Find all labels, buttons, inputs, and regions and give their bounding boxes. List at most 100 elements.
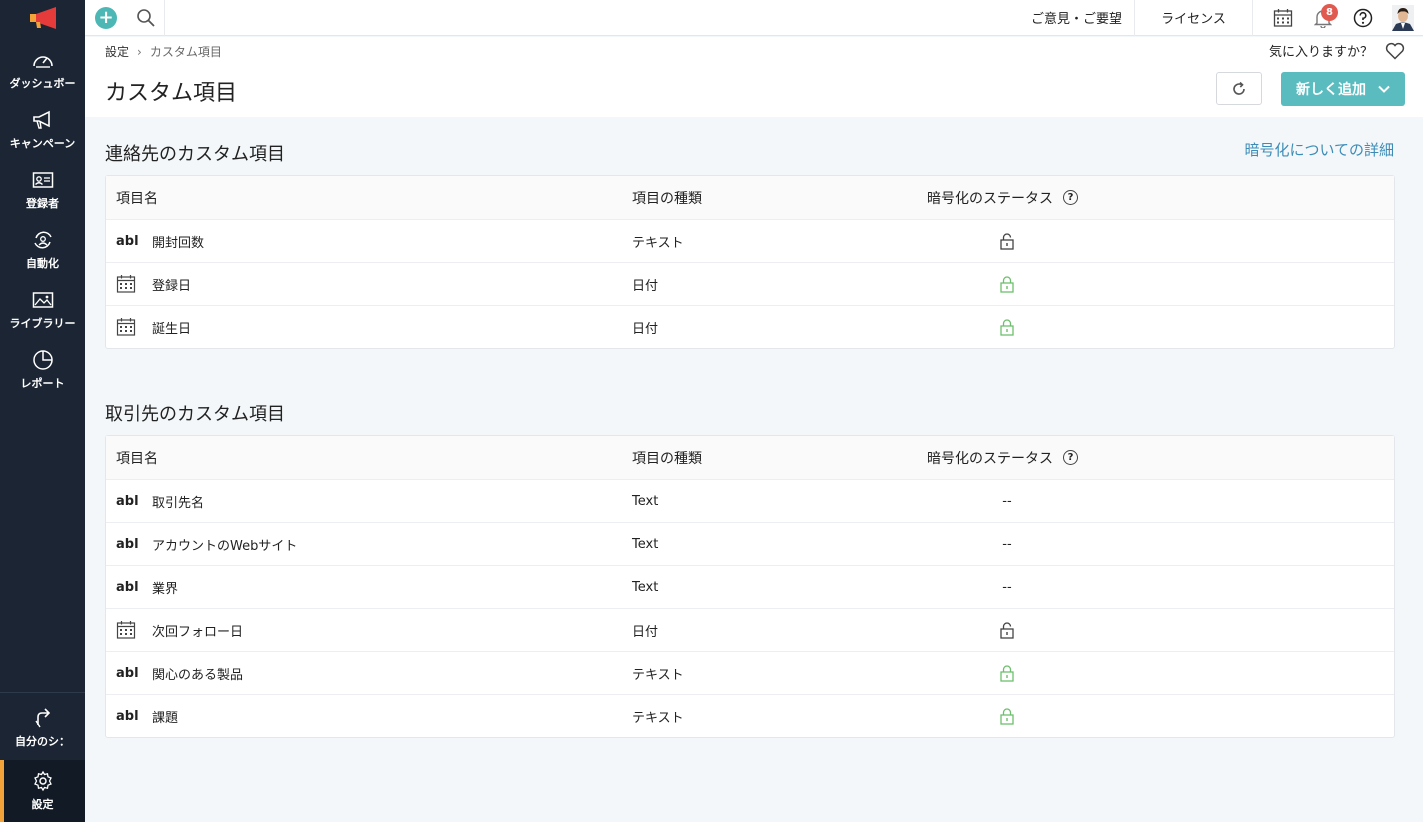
text-field-icon: abl [116,233,139,249]
notification-badge: 8 [1321,3,1338,21]
table-row[interactable]: abl 課題 テキスト [106,694,1394,737]
help-icon[interactable]: ? [1063,190,1078,205]
sidebar-item-campaigns[interactable]: キャンペーン [0,100,85,160]
user-avatar-button[interactable] [1383,0,1423,36]
table-row[interactable]: 誕生日 日付 [106,305,1394,348]
sidebar-item-library[interactable]: ライブラリー [0,280,85,340]
chevron-down-icon [1378,85,1390,93]
field-name-cell: 登録日 [116,274,191,294]
field-type: Text [632,493,659,509]
table-row[interactable]: abl 開封回数 テキスト [106,219,1394,262]
breadcrumb: 設定 › カスタム項目 [105,43,222,60]
field-name-cell: abl 開封回数 [116,232,204,251]
add-new-button[interactable]: 新しく追加 [1281,72,1405,106]
column-header-encryption-label: 暗号化のステータス [927,190,1053,207]
help-icon[interactable]: ? [1063,450,1078,465]
help-icon [1353,8,1373,27]
calendar-button[interactable] [1263,0,1303,36]
search-button[interactable] [127,0,165,36]
field-name: 課題 [152,710,179,726]
lock-icon [986,318,1028,336]
lock-icon [986,707,1028,725]
refresh-icon [1233,81,1245,95]
breadcrumb-settings-link[interactable]: 設定 [105,43,129,60]
contact-card-icon [32,169,54,191]
sidebar-item-reports[interactable]: レポート [0,340,85,400]
sidebar-item-label: 設定 [31,798,54,811]
field-type: Text [632,536,659,552]
sidebar-item-contacts[interactable]: 登録者 [0,160,85,220]
unlock-icon [986,621,1028,639]
accounts-fields-table: 項目名 項目の種類 暗号化のステータス ? abl 取引先名 Text -- abl アカ… [105,435,1395,738]
table-row[interactable]: abl アカウントのWebサイト Text -- [106,522,1394,565]
add-new-label: 新しく追加 [1296,82,1366,98]
field-name: 誕生日 [152,321,192,337]
contacts-fields-table: 項目名 項目の種類 暗号化のステータス ? abl 開封回数 テキスト 登録日 日付 誕生… [105,175,1395,349]
table-row[interactable]: 次回フォロー日 日付 [106,608,1394,651]
gauge-icon [32,49,54,71]
text-field-icon: abl [116,708,139,724]
calendar-icon [1273,8,1293,27]
favorite-prompt: 気に入りますか？ [1269,41,1405,60]
table-row[interactable]: abl 取引先名 Text -- [106,479,1394,522]
sidebar-item-label: レポート [20,377,65,390]
heart-icon[interactable] [1385,42,1405,60]
contacts-section-title: 連絡先のカスタム項目 [105,144,285,165]
table-header-row: 項目名 項目の種類 暗号化のステータス ? [106,176,1394,219]
avatar [1392,4,1414,31]
calendar-field-icon [116,317,142,337]
field-name-cell: 誕生日 [116,317,191,337]
megaphone-logo-icon [29,7,56,29]
help-button[interactable] [1343,0,1383,36]
field-type: 日付 [632,278,659,294]
calendar-field-icon [116,274,142,294]
field-name: 関心のある製品 [152,667,244,683]
text-field-icon: abl [116,493,139,509]
breadcrumb-current: カスタム項目 [149,45,222,59]
encryption-details-link[interactable]: 暗号化についての詳細 [1244,139,1394,160]
notifications-button[interactable]: 8 [1303,0,1343,36]
sidebar-item-automation[interactable]: 自動化 [0,220,85,280]
license-link[interactable]: ライセンス [1135,0,1253,36]
column-header-type: 項目の種類 [632,190,702,207]
plus-icon: + [95,6,117,29]
field-type: Text [632,579,659,595]
sidebar-item-label: キャンペーン [9,137,76,150]
accounts-section-title: 取引先のカスタム項目 [105,404,285,425]
field-name-cell: abl 業界 [116,578,178,597]
sidebar-item-dashboard[interactable]: ダッシュボー [0,40,85,100]
refresh-button[interactable] [1216,72,1262,105]
column-header-name: 項目名 [116,450,158,467]
field-name: 次回フォロー日 [152,624,244,640]
sidebar-item-my-share[interactable]: 自分のシ： [0,698,85,758]
calendar-field-icon [116,620,142,640]
feedback-link[interactable]: ご意見・ご要望 [1019,0,1135,36]
image-icon [32,289,54,311]
automation-icon [32,229,54,251]
table-row[interactable]: abl 関心のある製品 テキスト [106,651,1394,694]
table-row[interactable]: abl 業界 Text -- [106,565,1394,608]
field-type: 日付 [632,321,659,337]
field-name: アカウントのWebサイト [152,538,298,554]
field-name-cell: abl アカウントのWebサイト [116,535,297,554]
megaphone-icon [32,109,54,131]
chevron-right-icon: › [137,44,142,59]
field-type: テキスト [632,710,684,726]
pie-chart-icon [32,349,54,371]
field-name-cell: 次回フォロー日 [116,620,243,640]
top-bar: + ご意見・ご要望 ライセンス 8 [85,0,1423,36]
app-logo[interactable] [0,0,85,36]
table-header-row: 項目名 項目の種類 暗号化のステータス ? [106,436,1394,479]
field-type: テキスト [632,667,684,683]
sidebar-item-label: 自分のシ： [15,735,70,748]
field-name-cell: abl 課題 [116,707,178,726]
gear-icon [32,770,54,792]
quick-add-button[interactable]: + [85,0,127,36]
sidebar-item-settings[interactable]: 設定 [0,760,85,822]
sidebar-item-label: 自動化 [26,257,59,270]
column-header-encryption-label: 暗号化のステータス [927,450,1053,467]
column-header-encryption: 暗号化のステータス ? [927,188,1078,208]
column-header-type: 項目の種類 [632,450,702,467]
field-name-cell: abl 取引先名 [116,492,204,511]
table-row[interactable]: 登録日 日付 [106,262,1394,305]
